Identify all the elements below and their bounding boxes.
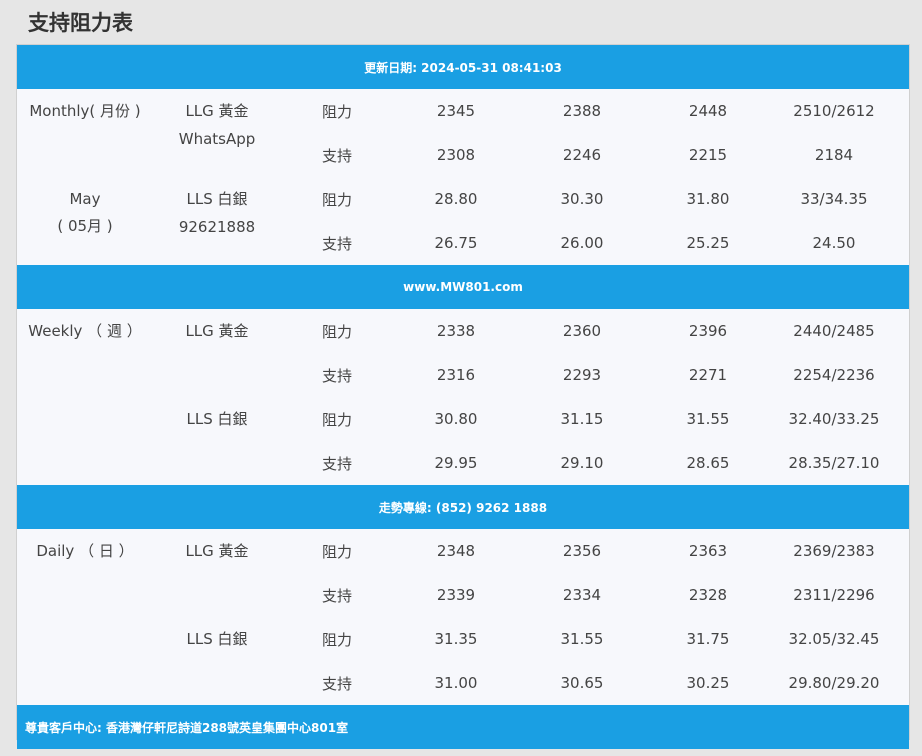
value-cell: 29.95 xyxy=(434,454,478,472)
value-cell: 2448 xyxy=(688,102,728,120)
value-cell: 30.65 xyxy=(560,674,604,692)
period-month-label: May xyxy=(69,190,101,208)
value-cell: 31.35 xyxy=(434,630,478,648)
value-cell: 31.80 xyxy=(686,190,730,208)
row-kind: 阻力 xyxy=(321,542,352,561)
gold-label: LLG 黃金 xyxy=(185,322,249,340)
value-cell: 2311/2296 xyxy=(793,586,875,604)
support-resistance-table: 更新日期: 2024-05-31 08:41:03 Monthly( 月份 ) … xyxy=(16,44,910,749)
value-cell: 2360 xyxy=(562,322,602,340)
silver-label: LLS 白銀 xyxy=(186,190,248,208)
value-cell: 2356 xyxy=(562,542,602,560)
silver-label: LLS 白銀 xyxy=(186,630,248,648)
value-cell: 28.80 xyxy=(434,190,478,208)
value-cell: 2334 xyxy=(562,586,602,604)
gold-label: LLG 黃金 xyxy=(185,102,249,120)
value-cell: 2271 xyxy=(688,366,728,384)
value-cell: 26.00 xyxy=(560,234,604,252)
value-cell: 30.30 xyxy=(560,190,604,208)
value-cell: 2328 xyxy=(688,586,728,604)
value-cell: 28.35/27.10 xyxy=(788,454,880,472)
value-cell: 31.55 xyxy=(686,410,730,428)
row-kind: 阻力 xyxy=(321,322,352,341)
value-cell: 2345 xyxy=(436,102,476,120)
value-cell: 31.00 xyxy=(434,674,478,692)
monthly-section: Monthly( 月份 ) May ( 05月 ) LLG 黃金 WhatsAp… xyxy=(17,89,909,265)
table-row: 支持 2316 2293 2271 2254/2236 xyxy=(281,353,897,397)
value-cell: 29.10 xyxy=(560,454,604,472)
value-cell: 2293 xyxy=(562,366,602,384)
value-cell: 32.40/33.25 xyxy=(788,410,880,428)
row-kind: 支持 xyxy=(321,146,352,165)
table-row: 支持 2308 2246 2215 2184 xyxy=(281,133,897,177)
row-kind: 阻力 xyxy=(321,190,352,209)
value-cell: 2396 xyxy=(688,322,728,340)
period-label: Daily （ 日 ） xyxy=(36,542,134,560)
row-kind: 支持 xyxy=(321,366,352,385)
row-kind: 支持 xyxy=(321,234,352,253)
value-cell: 24.50 xyxy=(812,234,856,252)
silver-label: LLS 白銀 xyxy=(186,410,248,428)
table-row: 支持 26.75 26.00 25.25 24.50 xyxy=(281,221,897,265)
table-row: 阻力 30.80 31.15 31.55 32.40/33.25 xyxy=(281,397,897,441)
value-cell: 30.80 xyxy=(434,410,478,428)
silver-phone-label: 92621888 xyxy=(178,218,256,236)
value-cell: 30.25 xyxy=(686,674,730,692)
table-row: 阻力 2345 2388 2448 2510/2612 xyxy=(281,89,897,133)
table-row: 阻力 2338 2360 2396 2440/2485 xyxy=(281,309,897,353)
value-cell: 2348 xyxy=(436,542,476,560)
value-cell: 31.55 xyxy=(560,630,604,648)
page-title: 支持阻力表 xyxy=(28,11,133,35)
row-kind: 支持 xyxy=(321,674,352,693)
table-row: 阻力 28.80 30.30 31.80 33/34.35 xyxy=(281,177,897,221)
table-row: 支持 31.00 30.65 30.25 29.80/29.20 xyxy=(281,661,897,705)
row-kind: 阻力 xyxy=(321,630,352,649)
row-kind: 阻力 xyxy=(321,410,352,429)
weekly-section: Weekly （ 週 ） LLG 黃金 LLS 白銀 阻力 2338 2360 … xyxy=(17,309,909,485)
row-kind: 支持 xyxy=(321,586,352,605)
row-kind: 阻力 xyxy=(321,102,352,121)
value-cell: 26.75 xyxy=(434,234,478,252)
value-cell: 2184 xyxy=(814,146,854,164)
value-cell: 2369/2383 xyxy=(793,542,875,560)
table-row: 支持 29.95 29.10 28.65 28.35/27.10 xyxy=(281,441,897,485)
value-cell: 2246 xyxy=(562,146,602,164)
table-row: 支持 2339 2334 2328 2311/2296 xyxy=(281,573,897,617)
value-cell: 2363 xyxy=(688,542,728,560)
update-date-banner: 更新日期: 2024-05-31 08:41:03 xyxy=(17,45,909,89)
website-banner: www.MW801.com xyxy=(17,265,909,309)
value-cell: 2510/2612 xyxy=(793,102,875,120)
value-cell: 2215 xyxy=(688,146,728,164)
value-cell: 25.25 xyxy=(686,234,730,252)
row-kind: 支持 xyxy=(321,454,352,473)
value-cell: 2316 xyxy=(436,366,476,384)
gold-label: LLG 黃金 xyxy=(185,542,249,560)
value-cell: 32.05/32.45 xyxy=(788,630,880,648)
value-cell: 2338 xyxy=(436,322,476,340)
period-month-sub: ( 05月 ) xyxy=(57,217,113,235)
period-label: Monthly( 月份 ) xyxy=(29,102,141,120)
value-cell: 2388 xyxy=(562,102,602,120)
hotline-banner: 走勢專線: (852) 9262 1888 xyxy=(17,485,909,529)
value-cell: 2308 xyxy=(436,146,476,164)
period-label: Weekly （ 週 ） xyxy=(28,322,142,340)
value-cell: 33/34.35 xyxy=(800,190,868,208)
value-cell: 29.80/29.20 xyxy=(788,674,880,692)
customer-center-banner: 尊貴客戶中心: 香港灣仔軒尼詩道288號英皇集團中心801室 xyxy=(17,705,909,749)
gold-whatsapp-label: WhatsApp xyxy=(178,130,256,148)
value-cell: 2254/2236 xyxy=(793,366,875,384)
table-row: 阻力 31.35 31.55 31.75 32.05/32.45 xyxy=(281,617,897,661)
value-cell: 2339 xyxy=(436,586,476,604)
value-cell: 28.65 xyxy=(686,454,730,472)
value-cell: 31.75 xyxy=(686,630,730,648)
value-cell: 2440/2485 xyxy=(793,322,875,340)
table-row: 阻力 2348 2356 2363 2369/2383 xyxy=(281,529,897,573)
daily-section: Daily （ 日 ） LLG 黃金 LLS 白銀 阻力 2348 2356 2… xyxy=(17,529,909,705)
value-cell: 31.15 xyxy=(560,410,604,428)
